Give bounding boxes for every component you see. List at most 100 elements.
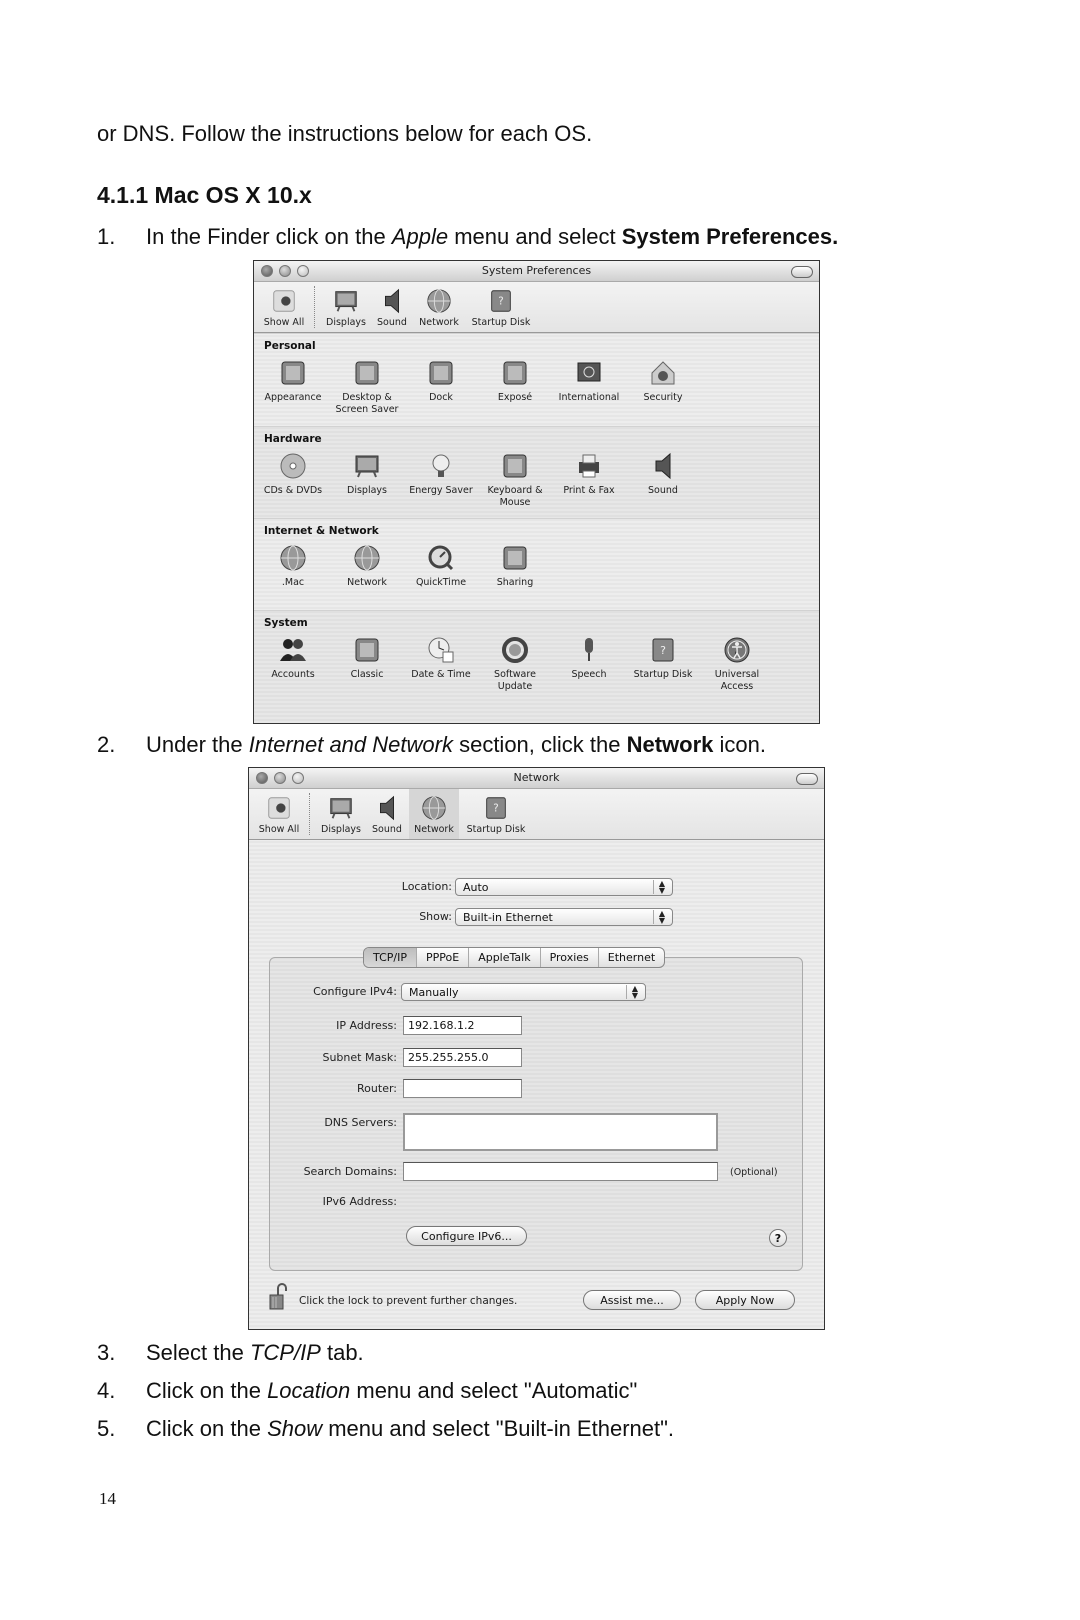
toolbar-item-displays[interactable]: Displays bbox=[317, 789, 365, 839]
toolbar-toggle-button[interactable] bbox=[791, 266, 813, 278]
tab-ethernet[interactable]: Ethernet bbox=[599, 948, 664, 967]
toolbar-item-sound[interactable]: Sound bbox=[367, 789, 407, 839]
italic-text: Show bbox=[267, 1416, 323, 1441]
lock-icon[interactable] bbox=[269, 1283, 291, 1311]
tab-pppoe[interactable]: PPPoE bbox=[417, 948, 470, 967]
pref-item-network[interactable]: Network bbox=[330, 543, 404, 589]
pref-item-label: Speech bbox=[571, 669, 607, 680]
up-down-arrows-icon: ▲ ▼ bbox=[626, 985, 643, 1000]
toolbar-item-label: Sound bbox=[372, 824, 402, 835]
section-system: System Accounts Classic Date & Time Software… bbox=[254, 610, 819, 723]
pref-item-mac[interactable]: .Mac bbox=[256, 543, 330, 589]
tab-tcp-ip[interactable]: TCP/IP bbox=[364, 948, 417, 967]
pref-item-keyboard-mouse[interactable]: Keyboard & Mouse bbox=[478, 451, 552, 509]
classic-icon bbox=[352, 635, 382, 665]
dns-servers-field[interactable] bbox=[403, 1113, 718, 1151]
pref-item-label: Appearance bbox=[264, 392, 322, 403]
network-icon bbox=[352, 543, 382, 573]
toolbar-item-show-all[interactable]: Show All bbox=[251, 789, 307, 839]
page-number: 14 bbox=[99, 1489, 116, 1508]
pref-item-sharing[interactable]: Sharing bbox=[478, 543, 552, 589]
toolbar-item-show-all[interactable]: Show All bbox=[256, 282, 312, 332]
pref-item-sound[interactable]: Sound bbox=[626, 451, 700, 497]
pref-item-print-fax[interactable]: Print & Fax bbox=[552, 451, 626, 497]
pref-item-universal-access[interactable]: Universal Access bbox=[700, 635, 774, 693]
network-icon bbox=[425, 287, 453, 315]
text: Under the bbox=[146, 732, 249, 757]
pref-item-accounts[interactable]: Accounts bbox=[256, 635, 330, 681]
step-4: 4. Click on the Location menu and select… bbox=[97, 1378, 997, 1404]
toolbar-item-network[interactable]: Network bbox=[414, 282, 464, 332]
pref-item-classic[interactable]: Classic bbox=[330, 635, 404, 681]
toolbar-item-network[interactable]: Network bbox=[409, 789, 459, 839]
location-popup[interactable]: Auto ▲ ▼ bbox=[455, 878, 673, 896]
expose-icon bbox=[500, 358, 530, 388]
system-preferences-window: System Preferences Show All Displays Sound… bbox=[253, 260, 820, 724]
configure-ipv6-button[interactable]: Configure IPv6... bbox=[406, 1226, 527, 1246]
toolbar-toggle-button[interactable] bbox=[796, 773, 818, 785]
pref-item-label: International bbox=[558, 392, 620, 403]
pref-item-date-time[interactable]: Date & Time bbox=[404, 635, 478, 681]
router-field[interactable] bbox=[403, 1079, 522, 1098]
toolbar-item-label: Show All bbox=[263, 317, 305, 328]
pref-item-label: CDs & DVDs bbox=[263, 485, 323, 496]
step-2: 2. Under the Internet and Network sectio… bbox=[97, 732, 997, 758]
tab-proxies[interactable]: Proxies bbox=[541, 948, 599, 967]
step-number: 1. bbox=[97, 224, 116, 249]
ipv6-address-label: IPv6 Address: bbox=[322, 1195, 397, 1208]
svg-text:?: ? bbox=[660, 644, 666, 657]
universal-access-icon bbox=[722, 635, 752, 665]
toolbar-item-displays[interactable]: Displays bbox=[322, 282, 370, 332]
pref-item-international[interactable]: International bbox=[552, 358, 626, 404]
pref-item-label: Security bbox=[643, 392, 683, 403]
startup-disk-icon: ? bbox=[482, 794, 510, 822]
toolbar-item-sound[interactable]: Sound bbox=[372, 282, 412, 332]
apple-icon bbox=[265, 794, 293, 822]
apply-now-button[interactable]: Apply Now bbox=[695, 1290, 795, 1310]
quicktime-icon bbox=[426, 543, 456, 573]
pref-item-startup-disk[interactable]: ? Startup Disk bbox=[626, 635, 700, 681]
pref-item-label: .Mac bbox=[281, 577, 305, 588]
pref-item-appearance[interactable]: Appearance bbox=[256, 358, 330, 404]
pref-item-speech[interactable]: Speech bbox=[552, 635, 626, 681]
step-5: 5. Click on the Show menu and select "Bu… bbox=[97, 1416, 997, 1442]
network-icon bbox=[420, 794, 448, 822]
show-popup[interactable]: Built-in Ethernet ▲ ▼ bbox=[455, 908, 673, 926]
dns-servers-label: DNS Servers: bbox=[324, 1116, 397, 1129]
location-value: Auto bbox=[463, 881, 489, 894]
pref-item-security[interactable]: Security bbox=[626, 358, 700, 404]
toolbar-item-label: Show All bbox=[258, 824, 300, 835]
search-domains-field[interactable] bbox=[403, 1162, 718, 1181]
startup-disk-icon: ? bbox=[648, 635, 678, 665]
pref-item-energy-saver[interactable]: Energy Saver bbox=[404, 451, 478, 497]
optional-hint: (Optional) bbox=[730, 1167, 778, 1178]
toolbar-item-startup-disk[interactable]: ? Startup Disk bbox=[466, 282, 536, 332]
pref-item-label: Network bbox=[347, 577, 387, 588]
tab-appletalk[interactable]: AppleTalk bbox=[469, 948, 541, 967]
pref-item-expos[interactable]: Exposé bbox=[478, 358, 552, 404]
pref-item-cds-dvds[interactable]: CDs & DVDs bbox=[256, 451, 330, 497]
svg-text:?: ? bbox=[493, 803, 498, 815]
ip-address-field[interactable]: 192.168.1.2 bbox=[403, 1016, 522, 1035]
pref-item-dock[interactable]: Dock bbox=[404, 358, 478, 404]
pref-item-desktop-screen-saver[interactable]: Desktop & Screen Saver bbox=[330, 358, 404, 416]
toolbar-item-label: Network bbox=[414, 824, 454, 835]
network-window: Network Show All Displays Sound Network? Sta… bbox=[248, 767, 825, 1330]
step-3: 3. Select the TCP/IP tab. bbox=[97, 1340, 997, 1366]
help-button[interactable]: ? bbox=[769, 1229, 787, 1247]
pref-item-label: Displays bbox=[347, 485, 387, 496]
pref-item-displays[interactable]: Displays bbox=[330, 451, 404, 497]
configure-ipv4-popup[interactable]: Manually ▲ ▼ bbox=[401, 983, 646, 1001]
pref-item-software-update[interactable]: Software Update bbox=[478, 635, 552, 693]
pref-item-label: Classic bbox=[350, 669, 384, 680]
speech-icon bbox=[574, 635, 604, 665]
toolbar-item-startup-disk[interactable]: ? Startup Disk bbox=[461, 789, 531, 839]
italic-text: TCP/IP bbox=[249, 1340, 321, 1365]
subnet-mask-field[interactable]: 255.255.255.0 bbox=[403, 1048, 522, 1067]
text: menu and select bbox=[448, 224, 622, 249]
pref-item-label: Universal Access bbox=[714, 669, 760, 692]
text: icon. bbox=[713, 732, 766, 757]
pref-item-quicktime[interactable]: QuickTime bbox=[404, 543, 478, 589]
subnet-mask-label: Subnet Mask: bbox=[322, 1051, 397, 1064]
assist-me-button[interactable]: Assist me... bbox=[583, 1290, 681, 1310]
